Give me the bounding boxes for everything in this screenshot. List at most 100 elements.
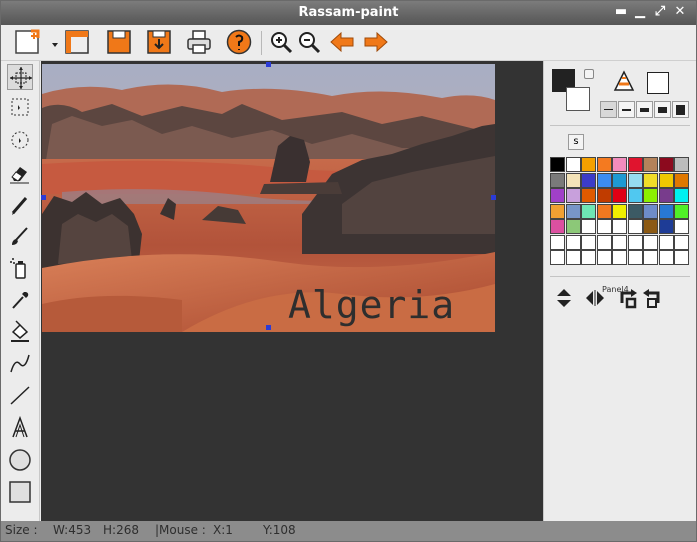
zoom-out-button[interactable] [295,28,323,56]
minimize-icon[interactable]: ▬ [613,4,629,20]
palette-swatch[interactable] [550,219,565,234]
palette-swatch[interactable] [581,203,596,219]
palette-swatch[interactable] [643,188,658,203]
palette-swatch[interactable] [658,234,674,250]
palette-swatch[interactable] [674,188,689,203]
palette-swatch[interactable] [627,157,643,172]
palette-swatch[interactable] [581,250,596,265]
palette-swatch[interactable] [643,219,658,234]
secondary-color-swatch[interactable] [566,87,590,111]
ellipse-tool[interactable] [7,447,33,473]
palette-swatch[interactable] [550,172,565,188]
palette-swatch[interactable] [612,172,627,188]
palette-swatch[interactable] [658,219,674,234]
history-button[interactable] [225,28,253,56]
palette-swatch[interactable] [565,234,581,250]
palette-swatch[interactable] [565,172,581,188]
palette-swatch[interactable] [612,203,627,219]
palette-swatch[interactable] [674,219,689,234]
line-width-1[interactable] [600,101,617,118]
palette-swatch[interactable] [581,188,596,203]
palette-swatch[interactable] [596,188,612,203]
pencil-tool[interactable] [7,192,33,218]
palette-swatch[interactable] [643,234,658,250]
palette-swatch[interactable] [550,157,565,172]
line-tool[interactable] [7,382,33,408]
resize-handle-left[interactable] [41,195,46,200]
minimize-button-icon[interactable]: ▁ [632,4,648,20]
eraser-tool[interactable] [7,160,33,186]
palette-swatch[interactable] [612,234,627,250]
palette-swatch[interactable] [581,234,596,250]
palette-swatch[interactable] [643,203,658,219]
text-tool[interactable] [7,415,33,441]
palette-swatch[interactable] [581,172,596,188]
palette-swatch[interactable] [565,203,581,219]
color-picker-tool[interactable] [7,287,33,313]
forward-button[interactable] [362,28,390,56]
palette-swatch[interactable] [658,250,674,265]
palette-swatch[interactable] [565,188,581,203]
line-width-2[interactable] [618,101,635,118]
palette-swatch[interactable] [627,188,643,203]
line-width-5[interactable] [672,101,689,118]
fill-bucket-tool[interactable] [7,318,33,344]
palette-swatch[interactable] [565,157,581,172]
palette-swatch[interactable] [596,172,612,188]
swap-colors-toggle[interactable] [584,69,594,79]
flip-vertical-button[interactable] [554,287,574,309]
palette-swatch[interactable] [581,219,596,234]
close-icon[interactable]: ✕ [672,4,688,20]
canvas-area[interactable]: Algeria [41,61,543,521]
palette-swatch[interactable] [550,250,565,265]
lasso-select-tool[interactable] [7,127,33,153]
palette-swatch[interactable] [674,157,689,172]
palette-swatch[interactable] [674,172,689,188]
resize-handle-top[interactable] [266,62,271,67]
palette-swatch[interactable] [627,234,643,250]
palette-swatch[interactable] [565,219,581,234]
palette-swatch[interactable] [596,203,612,219]
palette-swatch[interactable] [596,234,612,250]
palette-swatch[interactable] [658,172,674,188]
palette-swatch[interactable] [643,250,658,265]
zoom-in-button[interactable] [267,28,295,56]
shape-outline-button[interactable] [647,72,669,94]
open-button[interactable] [63,28,91,56]
palette-swatch[interactable] [550,188,565,203]
save-as-button[interactable] [145,28,173,56]
palette-swatch[interactable] [596,157,612,172]
palette-swatch[interactable] [627,203,643,219]
palette-swatch[interactable] [643,157,658,172]
maximize-icon[interactable]: ⤢ [652,4,668,20]
palette-swatch[interactable] [627,172,643,188]
back-button[interactable] [328,28,356,56]
canvas-image[interactable]: Algeria [42,64,495,332]
palette-swatch[interactable] [581,157,596,172]
line-width-3[interactable] [636,101,653,118]
palette-swatch[interactable] [658,157,674,172]
palette-swatch[interactable] [612,157,627,172]
resize-handle-bottom[interactable] [266,325,271,330]
palette-swatch[interactable] [627,219,643,234]
palette-swatch[interactable] [596,219,612,234]
line-width-4[interactable] [654,101,671,118]
palette-swatch[interactable] [612,250,627,265]
rotate-right-button[interactable] [618,287,638,309]
palette-swatch[interactable] [565,250,581,265]
palette-swatch[interactable] [550,203,565,219]
new-dropdown-arrow-icon[interactable] [41,28,58,56]
rect-select-tool[interactable] [7,94,33,120]
palette-swatch[interactable] [674,234,689,250]
fill-mode-button[interactable] [612,70,636,94]
palette-swatch[interactable] [674,203,689,219]
rotate-left-button[interactable] [642,287,662,309]
palette-swatch[interactable] [612,188,627,203]
s-button[interactable]: s [568,134,584,150]
palette-swatch[interactable] [658,203,674,219]
resize-handle-right[interactable] [491,195,496,200]
palette-swatch[interactable] [674,250,689,265]
brush-tool[interactable] [7,223,33,249]
palette-swatch[interactable] [612,219,627,234]
palette-swatch[interactable] [596,250,612,265]
